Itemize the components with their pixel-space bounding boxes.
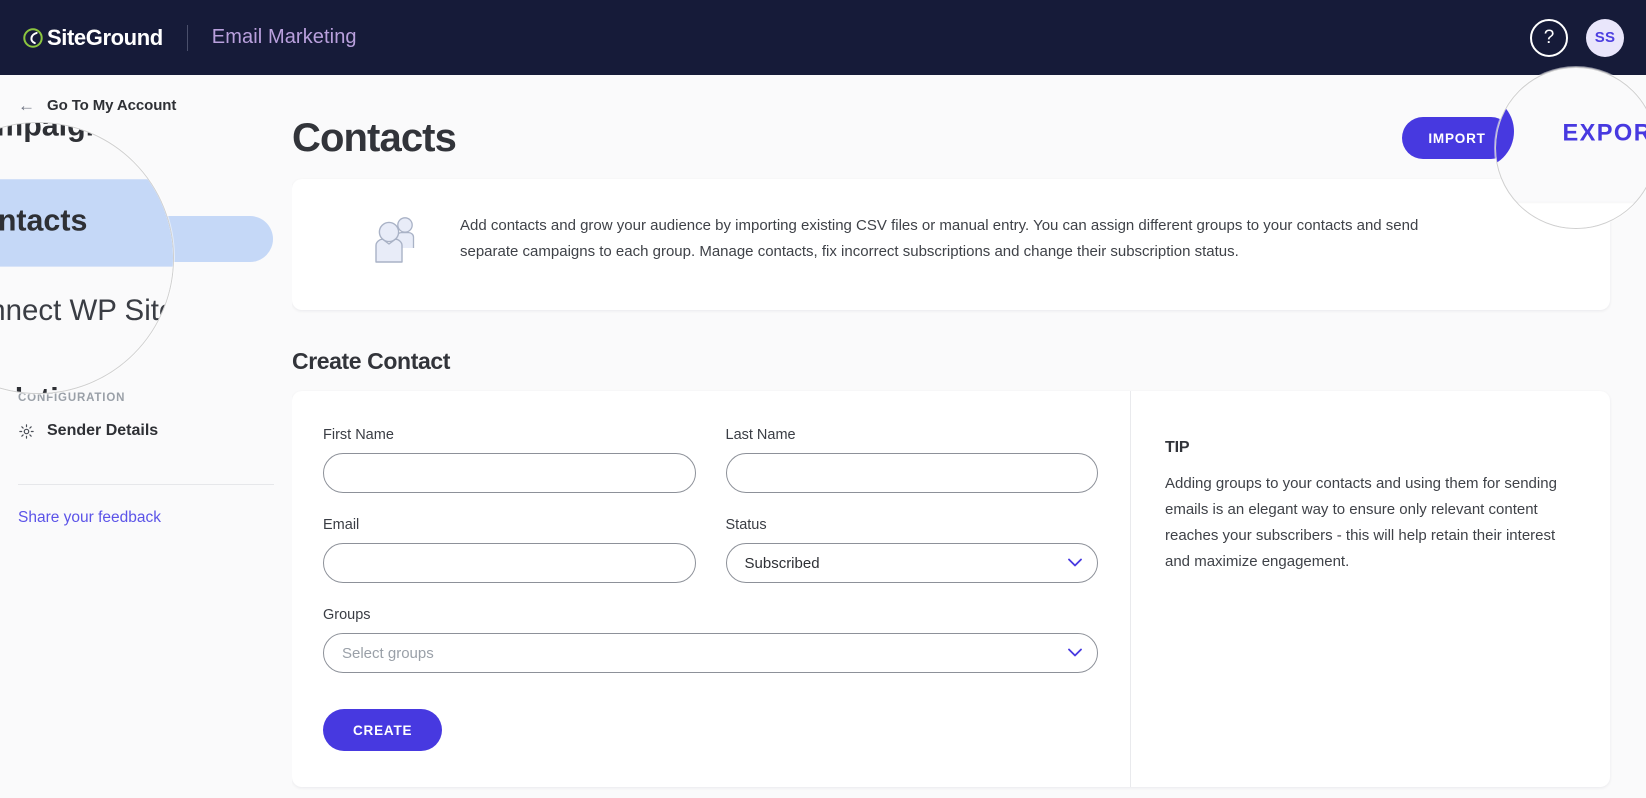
groups-select[interactable]: Select groups [323, 633, 1098, 673]
create-contact-form: First Name Last Name Email Status Subscr… [292, 391, 1130, 787]
two-people-icon [370, 213, 428, 272]
brand-divider [186, 24, 188, 51]
contacts-info-card: Add contacts and grow your audience by i… [1496, 203, 1646, 228]
app-root: SiteGround Email Marketing ? SS ← Go To … [0, 122, 174, 393]
sidebar-item-campaigns[interactable]: Campaigns [0, 122, 173, 172]
brand[interactable]: SiteGround Email Marketing [22, 24, 357, 51]
sidebar-item-sender-details[interactable]: Sender Details [0, 408, 292, 454]
siteground-mark-icon [23, 27, 43, 48]
last-name-label: Last Name [725, 427, 796, 443]
gear-icon [18, 423, 35, 440]
last-name-input[interactable] [725, 453, 1098, 493]
sidebar-item-campaigns-label: Campaigns [0, 122, 122, 144]
status-label: Status [725, 517, 767, 533]
main-content: Contacts IMPORT EXPORT Add contacts and … [292, 75, 1646, 798]
sidebar-item-contacts-label: Contacts [0, 205, 88, 239]
top-bar: SiteGround Email Marketing ? SS [0, 0, 1646, 75]
product-name: Email Marketing [211, 26, 357, 48]
help-icon[interactable]: ? [1530, 18, 1568, 57]
email-label: Email [323, 517, 360, 533]
first-name-field: First Name [323, 427, 696, 493]
sidebar-item-sender-details-label: Sender Details [47, 422, 159, 439]
import-button[interactable]: IMPORT [1496, 94, 1514, 169]
status-select[interactable]: Subscribed [725, 543, 1098, 583]
last-name-field: Last Name [725, 427, 1098, 493]
groups-field: Groups Select groups [323, 607, 1098, 673]
app-root: SiteGround Email Marketing ? SS ← Go To … [1496, 68, 1646, 228]
main-content: Contacts IMPORT EXPORT Add contacts and … [1496, 68, 1646, 228]
page-header: Contacts IMPORT EXPORT [292, 75, 1646, 171]
status-field: Status Subscribed [725, 517, 1098, 583]
create-button[interactable]: CREATE [323, 709, 443, 751]
avatar[interactable]: SS [1586, 18, 1624, 57]
email-status-row: Email Status Subscribed [323, 517, 1098, 607]
groups-label: Groups [323, 607, 371, 623]
email-input[interactable] [323, 543, 696, 583]
app-root: SiteGround Email Marketing ? SS ← Go To … [0, 0, 1646, 798]
first-name-input[interactable] [323, 453, 696, 493]
page-title: Contacts [292, 115, 457, 160]
top-bar-actions: ? SS [1530, 18, 1624, 57]
name-field-row: First Name Last Name [323, 427, 1098, 517]
share-feedback-link[interactable]: Share your feedback [0, 509, 292, 527]
create-contact-card: First Name Last Name Email Status Subscr… [292, 391, 1610, 787]
email-field: Email [323, 517, 696, 583]
export-button[interactable]: EXPORT [1545, 95, 1646, 169]
sidebar-item-contacts[interactable]: Contacts [0, 179, 173, 267]
contacts-info-text: Add contacts and grow your audience by i… [460, 217, 1419, 260]
tip-title: TIP [1165, 439, 1190, 456]
go-to-my-account-label: Go To My Account [47, 97, 177, 114]
tip-panel: TIP Adding groups to your contacts and u… [1130, 391, 1610, 787]
groups-select-wrap: Select groups [323, 633, 1098, 673]
sidebar-item-connect-wp-site[interactable]: Connect WP Site [0, 274, 174, 350]
sidebar-item-connect-wp-site-label: Connect WP Site [0, 295, 174, 328]
page-header-actions: IMPORT EXPORT [1496, 94, 1646, 169]
first-name-label: First Name [323, 427, 394, 443]
page-header: Contacts IMPORT EXPORT [1496, 68, 1646, 189]
siteground-logo[interactable]: SiteGround [22, 25, 163, 51]
sidebar-divider [18, 484, 274, 485]
sidebar-item-analytics[interactable]: Analytics [0, 358, 173, 393]
create-contact-title: Create Contact [292, 348, 450, 374]
tip-body: Adding groups to your contacts and using… [1165, 475, 1557, 570]
contacts-info-card: Add contacts and grow your audience by i… [292, 179, 1610, 310]
go-to-my-account-link[interactable]: ← Go To My Account [0, 75, 292, 114]
magnifier-lens-contacts: SiteGround Email Marketing ? SS ← Go To … [0, 122, 174, 394]
sidebar-item-analytics-label: Analytics [0, 384, 92, 393]
sidebar: ← Go To My Account PLATFORM Campaigns Co… [0, 122, 174, 393]
magnifier-lens-export: SiteGround Email Marketing ? SS ← Go To … [1495, 67, 1646, 229]
arrow-left-icon: ← [18, 96, 35, 115]
siteground-wordmark: SiteGround [47, 24, 163, 50]
status-select-wrap: Subscribed [725, 543, 1098, 583]
